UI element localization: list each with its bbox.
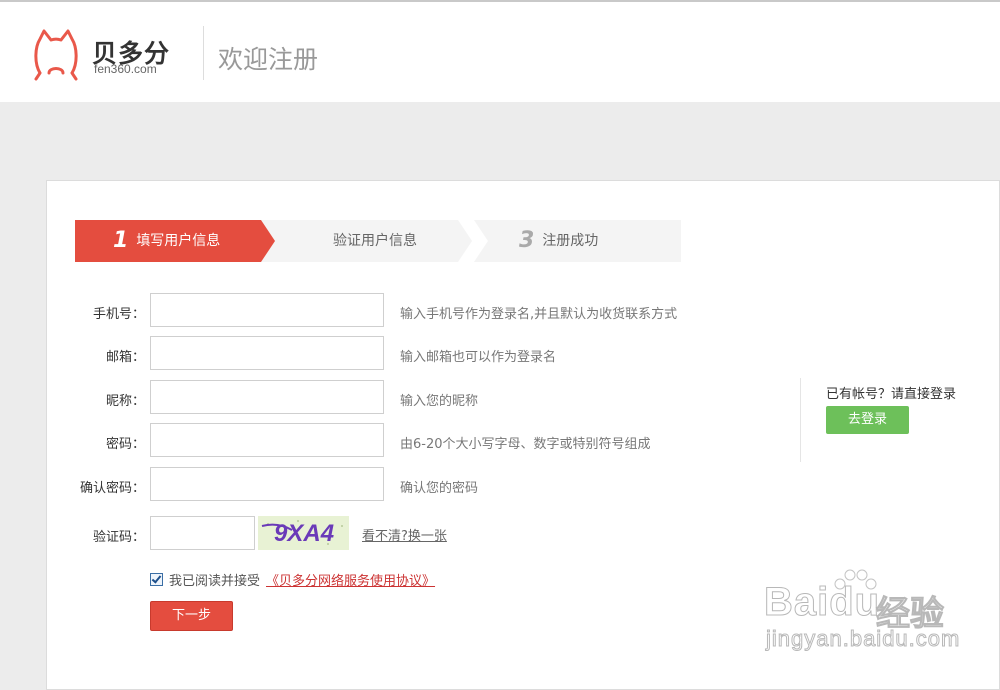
- phone-hint: 输入手机号作为登录名,并且默认为收货联系方式: [400, 307, 678, 322]
- login-prompt: 已有帐号？请直接登录: [826, 387, 957, 402]
- agreement-text: 我已阅读并接受: [169, 574, 261, 589]
- cat-logo-icon: [34, 29, 78, 81]
- password-hint: 由6-20个大小写字母、数字或特别符号组成: [400, 437, 651, 452]
- site-header: 贝多分 fen360.com 欢迎注册: [0, 2, 1000, 102]
- baidu-jingyan-watermark: Baidu 经验 jingyan.baidu.com: [763, 566, 960, 666]
- agreement-row: 我已阅读并接受 《贝多分网络服务使用协议》: [150, 570, 435, 589]
- step-1: 1 填写用户信息: [113, 220, 220, 262]
- agreement-checkbox[interactable]: [150, 573, 163, 586]
- confirm-password-hint: 确认您的密码: [400, 481, 479, 496]
- captcha-text: 9XA4: [274, 520, 334, 547]
- login-button[interactable]: 去登录: [826, 406, 909, 434]
- step-3: 3 注册成功: [519, 220, 598, 262]
- logo-domain: fen360.com: [94, 62, 157, 76]
- password-input[interactable]: [150, 423, 384, 457]
- header-divider: [203, 26, 204, 80]
- step-2-label: 验证用户信息: [333, 233, 417, 249]
- watermark-brand: Baidu: [763, 580, 881, 625]
- watermark-url: jingyan.baidu.com: [765, 626, 961, 652]
- phone-input[interactable]: [150, 293, 384, 327]
- nickname-hint: 输入您的昵称: [400, 394, 479, 409]
- next-step-button[interactable]: 下一步: [150, 601, 233, 631]
- confirm-password-label: 确认密码：: [79, 481, 145, 496]
- side-divider: [800, 378, 801, 462]
- progress-steps: 1 填写用户信息 验证用户信息 3 注册成功: [75, 220, 681, 262]
- step-3-number: 3: [519, 228, 535, 253]
- step-1-number: 1: [113, 228, 129, 253]
- email-hint: 输入邮箱也可以作为登录名: [400, 350, 557, 365]
- captcha-input[interactable]: [150, 516, 255, 550]
- nickname-label: 昵称：: [105, 394, 145, 409]
- captcha-image[interactable]: 9XA4: [258, 516, 349, 550]
- step-2: 验证用户信息: [333, 220, 417, 262]
- email-label: 邮箱：: [105, 350, 145, 365]
- nickname-input[interactable]: [150, 380, 384, 414]
- confirm-password-input[interactable]: [150, 467, 384, 501]
- agreement-link[interactable]: 《贝多分网络服务使用协议》: [266, 574, 435, 589]
- password-label: 密码：: [105, 437, 145, 452]
- email-input[interactable]: [150, 336, 384, 370]
- captcha-refresh-link[interactable]: 看不清?换一张: [362, 525, 447, 544]
- step-1-label: 填写用户信息: [136, 233, 221, 249]
- phone-label: 手机号：: [92, 307, 145, 322]
- page-title: 欢迎注册: [218, 45, 319, 74]
- captcha-label: 验证码：: [92, 530, 145, 545]
- step-3-label: 注册成功: [542, 233, 599, 249]
